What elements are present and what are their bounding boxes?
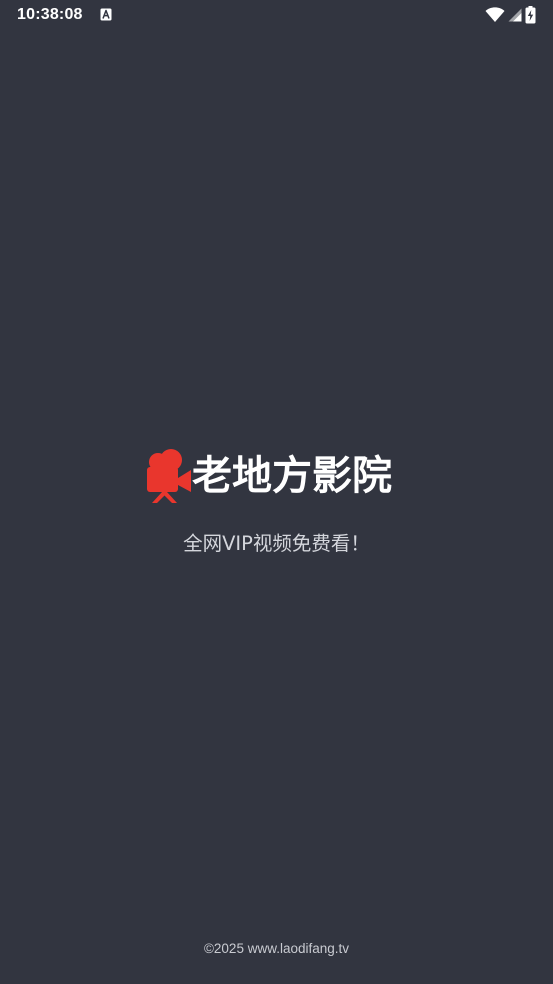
tagline: 全网VIP视频免费看！ [183,532,370,555]
brand-lockup: 老地方影院 [144,447,392,505]
battery-charging-icon [525,6,536,24]
status-bar: 10:38:08 [0,0,553,32]
wifi-icon [485,7,505,22]
movie-camera-icon [147,449,191,503]
accessibility-a-icon [100,8,112,21]
cell-signal-icon [508,8,522,22]
copyright-footer: ©2025 www.laodifang.tv [203,941,350,956]
app-name: 老地方影院 [192,453,392,499]
status-icons [485,5,536,25]
status-time: 10:38:08 [17,6,83,23]
